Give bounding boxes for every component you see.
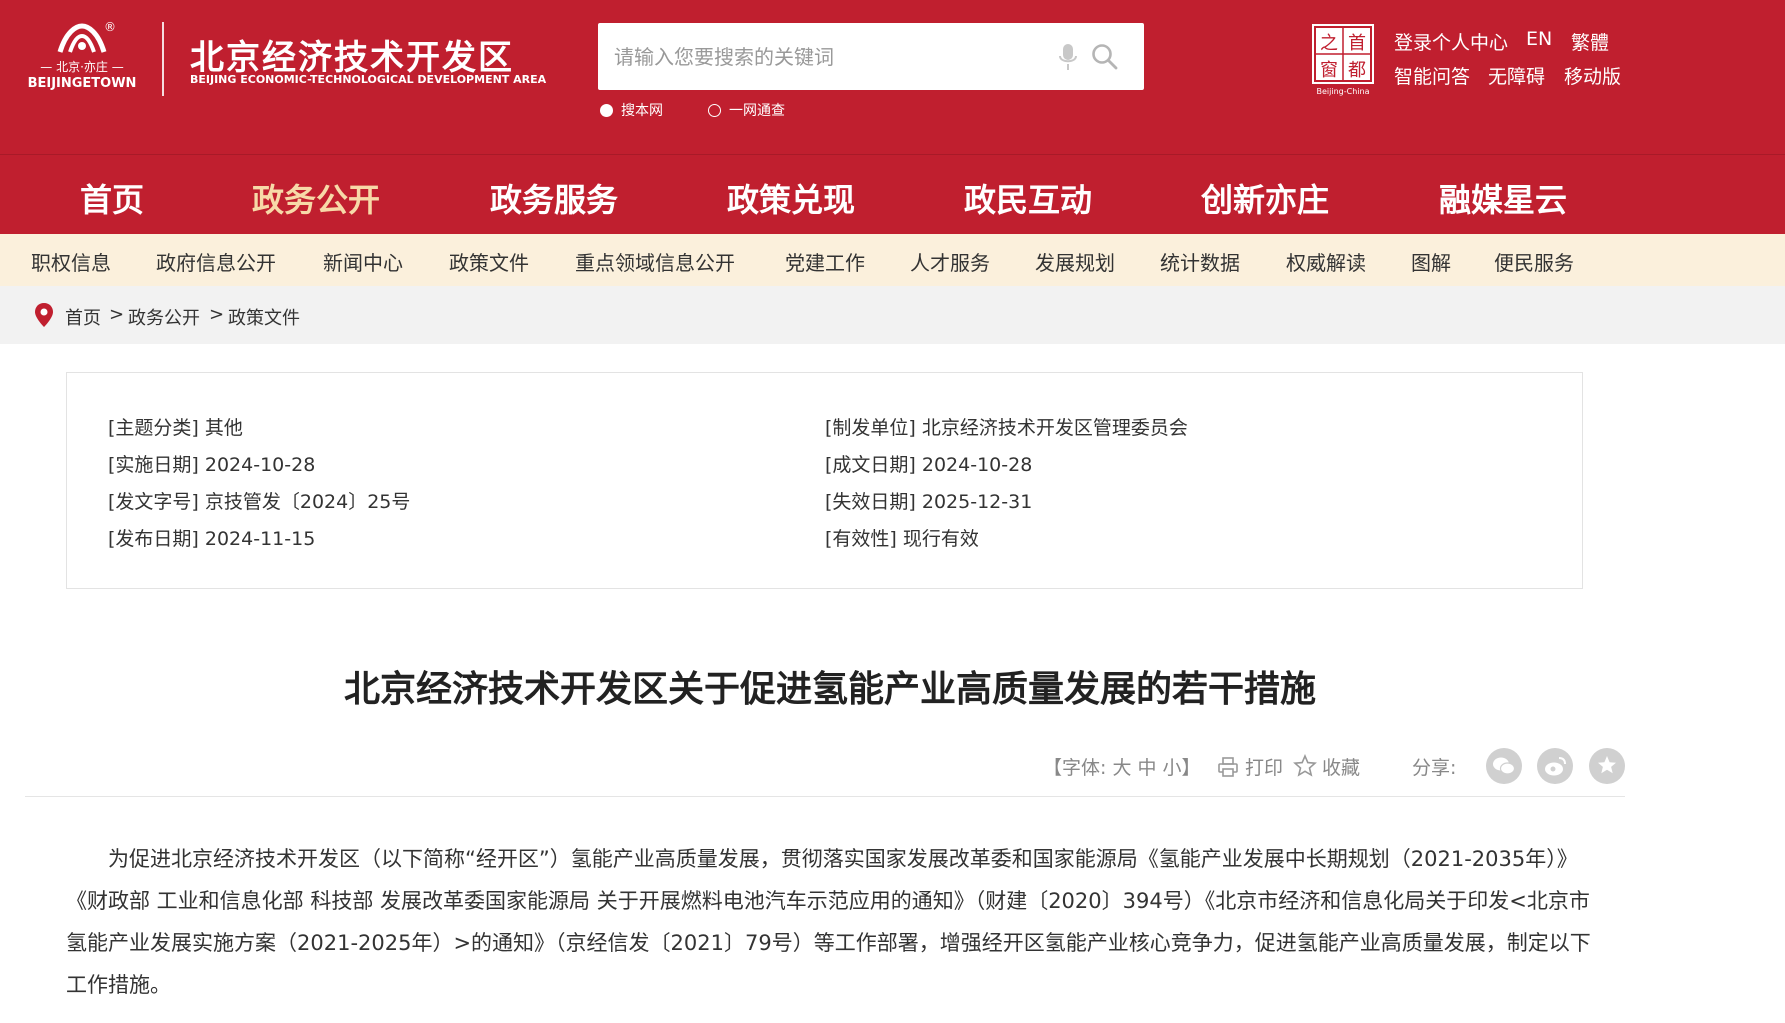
badge-caption: Beijing-China [1317, 87, 1370, 96]
logo-mark-icon [57, 23, 107, 53]
subnav-party-building[interactable]: 党建工作 [785, 247, 865, 276]
registered-mark: ® [104, 20, 116, 34]
badge-char-2: 之 [1320, 33, 1338, 54]
badge-char-3: 都 [1348, 60, 1366, 81]
subnav-public-services[interactable]: 便民服务 [1494, 247, 1574, 276]
search-icon[interactable] [1091, 43, 1119, 71]
subnav-policy-documents[interactable]: 政策文件 [449, 247, 529, 276]
subnav-gov-info-disclosure[interactable]: 政府信息公开 [156, 247, 276, 276]
subnav-news-center[interactable]: 新闻中心 [323, 247, 403, 276]
radio-selected-icon [600, 103, 613, 117]
breadcrumb: 首页 > 政务公开 > 政策文件 [0, 286, 1785, 344]
favorite-star-icon[interactable] [1293, 754, 1317, 778]
site-logo[interactable]: ® — 北京·亦庄 — BEIJINGETOWN [24, 20, 140, 100]
site-header: ® — 北京·亦庄 — BEIJINGETOWN 北京经济技术开发区 BEIJI… [0, 0, 1785, 154]
radio-unselected-icon [708, 103, 721, 117]
meta-validity: [有效性] 现行有效 [825, 528, 979, 550]
favorite-button[interactable]: 收藏 [1322, 753, 1360, 780]
logo-en-text: BEIJINGETOWN [27, 76, 137, 91]
subnav-statistics[interactable]: 统计数据 [1160, 247, 1240, 276]
toolbar-divider [25, 796, 1625, 797]
logo-divider [162, 22, 164, 96]
location-pin-icon [35, 303, 53, 327]
search-option-all[interactable]: 一网通查 [708, 100, 785, 120]
wechat-share-button[interactable] [1486, 748, 1522, 784]
document-meta-box: [主题分类] 其他 [实施日期] 2024-10-28 [发文字号] 京技管发〔… [66, 372, 1583, 589]
search-option-site[interactable]: 搜本网 [600, 100, 663, 120]
nav-media-cloud[interactable]: 融媒星云 [1439, 175, 1567, 221]
login-link[interactable]: 登录个人中心 [1394, 28, 1508, 55]
breadcrumb-separator: > [109, 304, 125, 325]
nav-innovation-yizhuang[interactable]: 创新亦庄 [1201, 175, 1329, 221]
site-title[interactable]: 北京经济技术开发区 [190, 30, 514, 79]
breadcrumb-home[interactable]: 首页 [65, 304, 101, 330]
meta-effective-date: [实施日期] 2024-10-28 [108, 454, 316, 476]
breadcrumb-gov-affairs[interactable]: 政务公开 [128, 304, 200, 330]
subnav-key-area-disclosure[interactable]: 重点领域信息公开 [575, 247, 735, 276]
sub-nav: 职权信息 政府信息公开 新闻中心 政策文件 重点领域信息公开 党建工作 人才服务… [0, 234, 1785, 286]
favorite-share-icon [1598, 756, 1616, 774]
site-subtitle: BEIJING ECONOMIC-TECHNOLOGICAL DEVELOPME… [190, 73, 547, 86]
microphone-icon[interactable] [1058, 43, 1078, 71]
subnav-development-planning[interactable]: 发展规划 [1035, 247, 1115, 276]
nav-home[interactable]: 首页 [80, 175, 144, 221]
subnav-interpretation[interactable]: 权威解读 [1286, 247, 1366, 276]
english-link[interactable]: EN [1526, 28, 1552, 50]
capital-window-badge[interactable]: 首 之 都 窗 Beijing-China [1311, 23, 1375, 97]
wechat-icon [1493, 757, 1516, 775]
print-button[interactable]: 打印 [1245, 753, 1283, 780]
meta-issuing-unit: [制发单位] 北京经济技术开发区管理委员会 [825, 417, 1188, 439]
smart-qa-link[interactable]: 智能问答 [1394, 62, 1470, 89]
badge-char-4: 窗 [1320, 60, 1338, 81]
search-input[interactable] [612, 23, 1052, 90]
article-body-paragraph: 为促进北京经济技术开发区（以下简称“经开区”）氢能产业高质量发展，贯彻落实国家发… [66, 847, 1591, 997]
meta-expiry-date: [失效日期] 2025-12-31 [825, 491, 1033, 513]
subnav-infographics[interactable]: 图解 [1411, 247, 1451, 276]
nav-policy-fulfillment[interactable]: 政策兑现 [727, 175, 855, 221]
main-nav: 首页 政务公开 政务服务 政策兑现 政民互动 创新亦庄 融媒星云 [0, 154, 1785, 234]
meta-document-number: [发文字号] 京技管发〔2024〕25号 [108, 491, 411, 513]
meta-drafting-date: [成文日期] 2024-10-28 [825, 454, 1033, 476]
subnav-talent-services[interactable]: 人才服务 [910, 247, 990, 276]
mobile-version-link[interactable]: 移动版 [1564, 62, 1621, 89]
font-size-control[interactable]: 【字体: 大 中 小】 [1043, 753, 1201, 780]
badge-char-1: 首 [1348, 33, 1366, 54]
document-title: 北京经济技术开发区关于促进氢能产业高质量发展的若干措施 [343, 669, 1316, 710]
nav-government-services[interactable]: 政务服务 [490, 175, 618, 221]
share-label: 分享: [1412, 757, 1457, 779]
nav-government-affairs[interactable]: 政务公开 [252, 175, 380, 221]
breadcrumb-policy-docs[interactable]: 政策文件 [228, 304, 300, 330]
breadcrumb-separator: > [209, 304, 225, 325]
logo-cn-text: — 北京·亦庄 — [40, 60, 124, 74]
favorite-share-button[interactable] [1589, 748, 1625, 784]
meta-topic: [主题分类] 其他 [108, 417, 243, 439]
traditional-chinese-link[interactable]: 繁體 [1571, 28, 1609, 55]
meta-publish-date: [发布日期] 2024-11-15 [108, 528, 316, 550]
nav-public-interaction[interactable]: 政民互动 [964, 175, 1092, 221]
weibo-share-button[interactable] [1537, 748, 1573, 784]
print-icon[interactable] [1217, 756, 1239, 778]
weibo-icon [1545, 757, 1566, 776]
accessibility-link[interactable]: 无障碍 [1488, 62, 1545, 89]
search-option-site-label: 搜本网 [621, 103, 663, 119]
search-option-all-label: 一网通查 [729, 103, 785, 119]
subnav-authority-info[interactable]: 职权信息 [31, 247, 111, 276]
